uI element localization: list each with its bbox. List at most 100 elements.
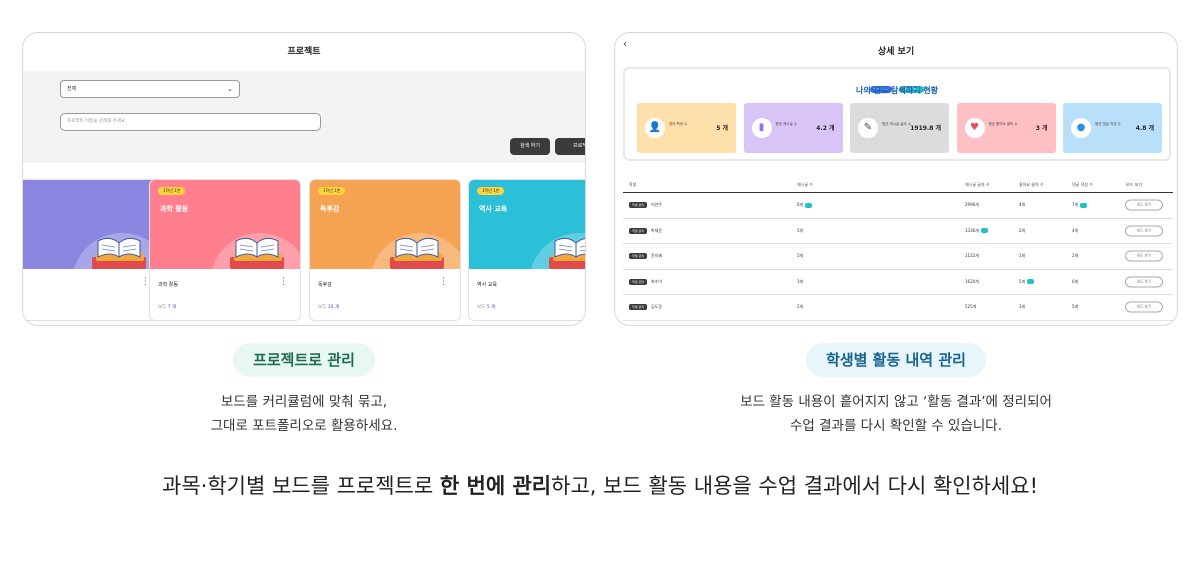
board-count: 보드 10 개 — [318, 304, 339, 310]
posts-value: 2개 — [797, 304, 804, 310]
headline-bold: 한 번에 관리 — [439, 474, 552, 498]
view-board-button[interactable]: 보드 보기 — [1125, 250, 1163, 262]
stat-label: 평균 좋아요 클릭 수 — [988, 122, 1018, 126]
chars-value: 1620개 — [965, 278, 979, 284]
stat-label: 평균 게시글 수 — [775, 122, 798, 126]
board-count-label: 보드 — [318, 305, 327, 310]
card-info: 독후감 ⋮ 보드 10 개 — [310, 269, 460, 320]
card-thumbnail: 3학년 1반 독후감 — [310, 180, 460, 283]
card-name: 과학 활동 — [158, 282, 178, 288]
posts-cell: 5개 — [797, 228, 803, 234]
posts-value: 5개 — [797, 253, 804, 259]
book-illustration — [88, 235, 150, 269]
board-count-value: 10 개 — [327, 305, 340, 310]
project-management-desc: 보드를 커리큘럼에 맞춰 묶고, 그대로 포트폴리오로 활용하세요. — [154, 390, 454, 438]
posts-value: 6개 — [797, 202, 804, 208]
stat-value: 5 개 — [716, 125, 728, 132]
card-name: 역사 교육 — [477, 282, 497, 288]
board-count-value: 5 개 — [486, 305, 496, 310]
comments-value: 2개 — [1072, 253, 1079, 259]
stat-card: 👤 참여 학생 수 5 개 — [637, 103, 736, 153]
view-board-button[interactable]: 보드 보기 — [1125, 225, 1163, 237]
student-manage-tag[interactable]: 학생 관리 — [629, 202, 647, 209]
comments-value: 5개 — [1072, 304, 1079, 310]
chars-value: 525개 — [965, 304, 977, 310]
book-illustration — [226, 235, 288, 269]
chars-cell: 1620개 — [965, 279, 979, 285]
class-badge: 3학년 1반 — [158, 187, 186, 195]
project-card[interactable]: 3학년 1반 과학 활동 과학 활동 ⋮ 보드 7 개 — [149, 179, 301, 321]
stat-label: 평균 댓글 작성 수 — [1095, 122, 1121, 126]
headline-part2: 하고, 보드 활동 내용을 수업 결과에서 다시 확인하세요! — [551, 474, 1038, 498]
person-icon: 👤 — [645, 118, 665, 138]
stat-card: ● 평균 댓글 작성 수 4.8 개 — [1063, 103, 1162, 153]
view-cell: 보드 보기 — [1125, 276, 1163, 288]
search-input[interactable]: 프로젝트 이름을 검색해 주세요. — [60, 113, 321, 131]
card-thumbnail: 업 — [23, 180, 162, 283]
detail-panel: ‹ 상세 보기 보드 모드 클래스 모드 나의 진로 탐색하기 현황 👤 참여 학… — [614, 32, 1178, 326]
comments-cell: 4개 — [1072, 228, 1078, 234]
comments-value: 6개 — [1072, 278, 1079, 284]
desc-line: 그대로 포트폴리오로 활용하세요. — [210, 418, 398, 434]
student-cell: 학생 관리 이연주 — [629, 202, 662, 209]
table-row: 학생 관리 윤지혜 5개 1122개 1개 2개 보드 보기 — [623, 244, 1173, 270]
project-card[interactable]: 3학년 1반역사 교육역사 교육⋮보드 5 개 — [468, 179, 585, 321]
student-manage-tag[interactable]: 학생 관리 — [629, 227, 647, 234]
stat-label: 참여 학생 수 — [669, 122, 688, 126]
filter-area: 전체 ⌄ 프로젝트 이름을 검색해 주세요. 검색 하기 프로젝 — [23, 71, 585, 163]
desc-line: 보드 활동 내용이 흩어지지 않고 ‘활동 결과’에 정리되어 — [740, 394, 1052, 410]
view-board-button[interactable]: 보드 보기 — [1125, 301, 1163, 313]
table-row: 학생 관리 최수아 3개 1620개 5개 6개 보드 보기 — [623, 270, 1173, 295]
chars-cell: 1122개 — [965, 253, 979, 259]
header-likes: 좋아요 클릭 수 — [1019, 182, 1044, 187]
chevron-down-icon: ⌄ — [227, 85, 233, 93]
chars-cell: 525개 — [965, 304, 976, 310]
search-button[interactable]: 검색 하기 — [510, 138, 550, 155]
comments-value: 4개 — [1072, 227, 1079, 233]
student-cell: 학생 관리 박재윤 — [629, 227, 662, 234]
view-cell: 보드 보기 — [1125, 250, 1163, 262]
chars-value: 3336개 — [965, 227, 979, 233]
view-cell: 보드 보기 — [1125, 199, 1163, 211]
pencil-icon: ✎ — [858, 118, 878, 138]
student-activity-chip: 학생별 활동 내역 관리 — [806, 343, 986, 377]
likes-cell: 3개 — [1019, 304, 1025, 310]
view-board-button[interactable]: 보드 보기 — [1125, 199, 1163, 211]
card-name: 독후감 — [318, 282, 332, 288]
student-name: 김도준 — [651, 304, 663, 310]
likes-value: 3개 — [1019, 304, 1026, 310]
stat-card: ♥ 평균 좋아요 클릭 수 3 개 — [956, 103, 1056, 153]
likes-value: 5개 — [1019, 278, 1026, 284]
header-comments: 댓글 작성 수 — [1072, 182, 1093, 187]
comments-cell: 7개 — [1072, 202, 1088, 208]
kebab-menu-icon[interactable]: ⋮ — [279, 277, 288, 287]
header-view: 보드 보기 — [1126, 182, 1142, 187]
card-title: 독후감 — [320, 205, 340, 213]
thumbs-up-icon — [1080, 202, 1088, 208]
student-manage-tag[interactable]: 학생 관리 — [629, 304, 647, 311]
filter-select[interactable]: 전체 ⌄ — [60, 80, 240, 98]
board-count-label: 보드 — [158, 305, 167, 310]
likes-cell: 1개 — [1019, 253, 1025, 259]
stat-value: 4.8 개 — [1135, 125, 1154, 132]
bottom-headline: 과목·학기별 보드를 프로젝트로 한 번에 관리하고, 보드 활동 내용을 수업… — [0, 470, 1200, 500]
board-count-label: 보드 — [477, 305, 486, 310]
book-illustration — [386, 235, 448, 269]
project-management-chip: 프로젝트로 관리 — [233, 343, 375, 377]
desc-line: 보드를 커리큘럼에 맞춰 묶고, — [220, 394, 388, 410]
chars-cell: 3336개 — [965, 228, 988, 234]
comments-cell: 2개 — [1072, 253, 1078, 259]
stat-card: ✎ 평균 게시글 글자 수 1919.8 개 — [850, 103, 949, 153]
student-table: 학생 게시글 수 게시글 글자 수 좋아요 클릭 수 댓글 작성 수 보드 보기… — [623, 179, 1173, 321]
heart-icon: ♥ — [964, 118, 985, 138]
comments-cell: 6개 — [1072, 279, 1078, 285]
comments-value: 7개 — [1072, 202, 1079, 208]
kebab-menu-icon[interactable]: ⋮ — [439, 277, 448, 287]
view-board-button[interactable]: 보드 보기 — [1125, 276, 1163, 288]
student-manage-tag[interactable]: 학생 관리 — [629, 278, 647, 285]
project-card[interactable]: 업⋮ — [23, 179, 163, 321]
project-card[interactable]: 3학년 1반 독후감 독후감 ⋮ 보드 10 개 — [309, 179, 461, 321]
project-button[interactable]: 프로젝 — [555, 138, 585, 155]
student-manage-tag[interactable]: 학생 관리 — [629, 253, 647, 260]
card-title: 과학 활동 — [160, 205, 189, 213]
